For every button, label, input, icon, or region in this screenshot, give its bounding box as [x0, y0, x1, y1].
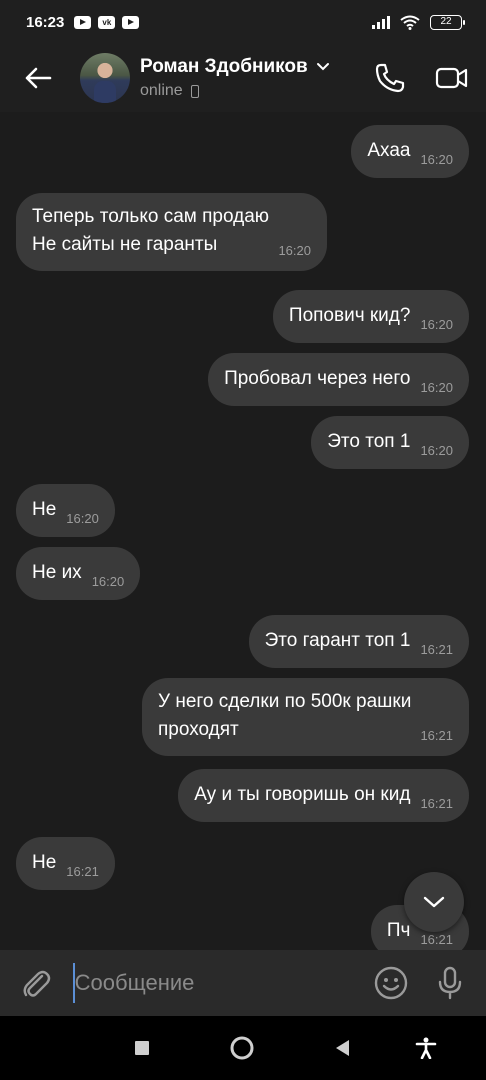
- message-input[interactable]: [72, 963, 363, 1003]
- back-button[interactable]: [20, 60, 56, 96]
- message-bubble-outgoing[interactable]: Ахаа 16:20: [351, 125, 469, 178]
- message-bubble-incoming[interactable]: Теперь только сам продаю Не сайты не гар…: [16, 193, 327, 271]
- message-text: Пч: [386, 920, 411, 941]
- message-text: Теперь только сам продаю Не сайты не гар…: [32, 206, 270, 255]
- back-nav-button[interactable]: [330, 1036, 354, 1060]
- message-bubble-incoming[interactable]: Не 16:20: [16, 484, 115, 537]
- home-button[interactable]: [230, 1036, 254, 1060]
- message-time: 16:20: [420, 317, 453, 332]
- smiley-icon: [374, 966, 408, 1000]
- message-bubble-outgoing[interactable]: Ау и ты говоришь он кид 16:21: [178, 769, 469, 822]
- signal-icon: [372, 15, 390, 29]
- message-list[interactable]: Ахаа 16:20 Теперь только сам продаю Не са…: [0, 112, 486, 950]
- battery-level: 22: [440, 15, 452, 27]
- message-text: Ау и ты говоришь он кид: [194, 784, 411, 805]
- status-indicators: 22: [372, 14, 465, 30]
- message-composer: [0, 950, 486, 1016]
- contact-status: online: [140, 82, 183, 99]
- message-text: Это топ 1: [327, 431, 411, 452]
- message-bubble-incoming[interactable]: Не 16:21: [16, 837, 115, 890]
- message-bubble-outgoing[interactable]: Это гарант топ 1 16:21: [248, 615, 469, 668]
- message-time: 16:20: [420, 380, 453, 395]
- recents-button[interactable]: [130, 1036, 154, 1060]
- triangle-back-icon: [336, 1040, 349, 1056]
- message-time: 16:20: [420, 443, 453, 458]
- square-icon: [135, 1041, 149, 1055]
- message-time: 16:21: [66, 864, 99, 879]
- arrow-left-icon: [25, 67, 52, 89]
- circle-icon: [230, 1036, 254, 1060]
- youtube-icon: [74, 15, 92, 29]
- message-time: 16:20: [66, 511, 99, 526]
- message-text: Это гарант топ 1: [264, 630, 411, 651]
- contact-info[interactable]: Роман Здобников online: [140, 56, 330, 100]
- message-time: 16:20: [420, 152, 453, 167]
- message-time: 16:21: [420, 796, 453, 811]
- status-bar: 16:23 vk 22: [0, 0, 486, 44]
- system-nav-bar: [0, 1016, 486, 1080]
- message-text: Не их: [32, 562, 82, 583]
- message-bubble-outgoing[interactable]: У него сделки по 500к рашки проходят 16:2…: [142, 678, 469, 756]
- video-call-button[interactable]: [432, 58, 472, 98]
- message-bubble-outgoing[interactable]: Пробовал через него 16:20: [208, 353, 469, 406]
- message-time: 16:21: [420, 642, 453, 657]
- vk-icon: vk: [98, 15, 116, 29]
- message-bubble-outgoing[interactable]: Попович кид? 16:20: [272, 290, 469, 343]
- message-text: Не: [32, 499, 57, 520]
- video-camera-icon: [435, 67, 468, 89]
- contact-name: Роман Здобников: [140, 56, 308, 77]
- message-time: 16:21: [420, 728, 453, 743]
- message-text: Не: [32, 852, 57, 873]
- message-text: Пробовал через него: [224, 368, 411, 389]
- message-text: Попович кид?: [288, 305, 411, 326]
- avatar[interactable]: [80, 53, 130, 103]
- chat-header: Роман Здобников online: [0, 44, 486, 112]
- battery-icon: 22: [430, 14, 465, 30]
- emoji-button[interactable]: [373, 963, 410, 1003]
- call-button[interactable]: [370, 58, 410, 98]
- message-bubble-incoming[interactable]: Не их 16:20: [16, 547, 141, 600]
- message-time: 16:20: [278, 243, 311, 258]
- message-text: Ахаа: [367, 140, 411, 161]
- accessibility-button[interactable]: [414, 1036, 438, 1060]
- message-bubble-outgoing[interactable]: Это топ 1 16:20: [311, 416, 469, 469]
- youtube-icon: [122, 15, 140, 29]
- scroll-down-button[interactable]: [404, 872, 464, 932]
- phone-icon: [375, 63, 405, 93]
- chevron-down-icon: [423, 896, 445, 908]
- voice-message-button[interactable]: [431, 963, 468, 1003]
- wifi-icon: [400, 15, 420, 30]
- accessibility-icon: [415, 1037, 437, 1059]
- message-text: У него сделки по 500к рашки проходят: [158, 691, 412, 740]
- microphone-icon: [438, 966, 461, 1000]
- attach-button[interactable]: [18, 963, 55, 1003]
- chevron-down-icon: [316, 63, 329, 71]
- message-time: 16:21: [420, 932, 453, 947]
- paperclip-icon: [23, 970, 51, 997]
- mobile-device-icon: [190, 84, 199, 98]
- message-time: 16:20: [91, 574, 125, 589]
- status-time: 16:23: [26, 13, 65, 31]
